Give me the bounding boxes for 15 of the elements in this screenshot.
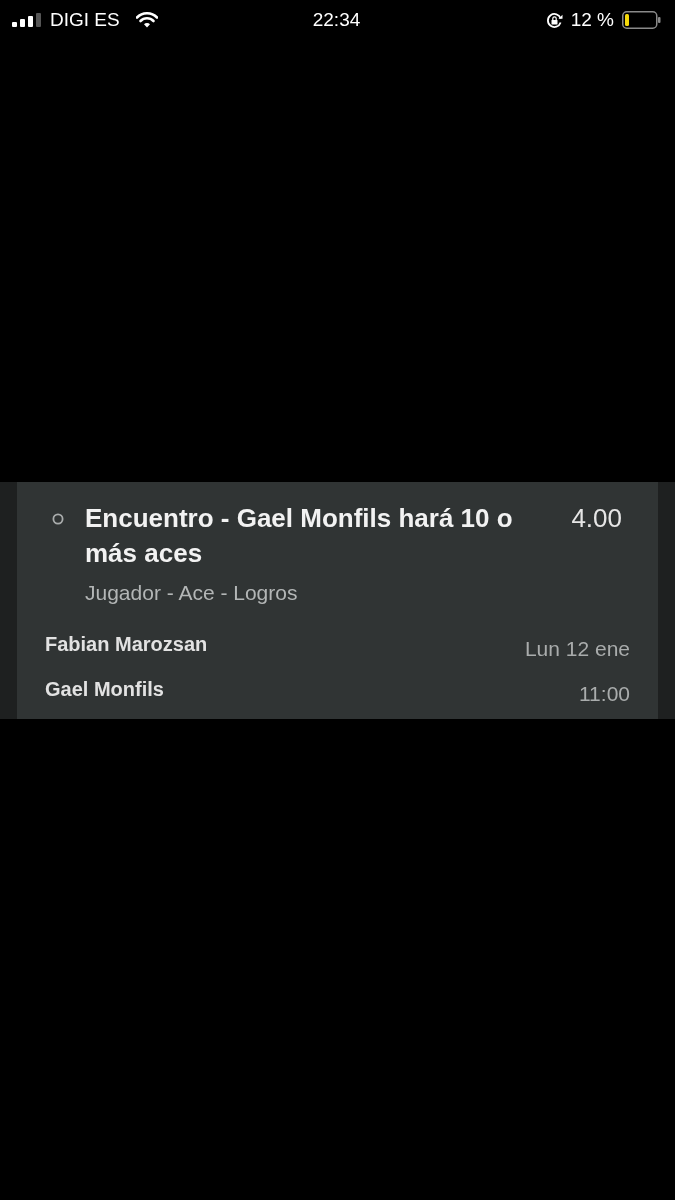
bet-odds: 4.00 <box>571 501 622 535</box>
ring-icon <box>52 512 64 525</box>
event-schedule: 11:00 <box>579 680 630 707</box>
battery-percentage: 12 % <box>570 7 614 32</box>
player-name: Gael Monfils <box>45 676 164 702</box>
carrier-name: DIGI ES <box>50 7 120 32</box>
bet-market: Jugador - Ace - Logros <box>85 579 299 606</box>
bet-title: Encuentro - Gael Monfils hará 10 o más aces <box>85 501 514 570</box>
wifi-icon <box>135 12 158 28</box>
rotation-lock-icon <box>545 11 563 29</box>
battery-icon <box>622 11 661 29</box>
player-name: Fabian Marozsan <box>45 631 208 657</box>
signal-icon <box>12 13 42 27</box>
status-time: 22:34 <box>312 7 361 32</box>
event-schedule: Lun 12 ene <box>524 635 630 662</box>
